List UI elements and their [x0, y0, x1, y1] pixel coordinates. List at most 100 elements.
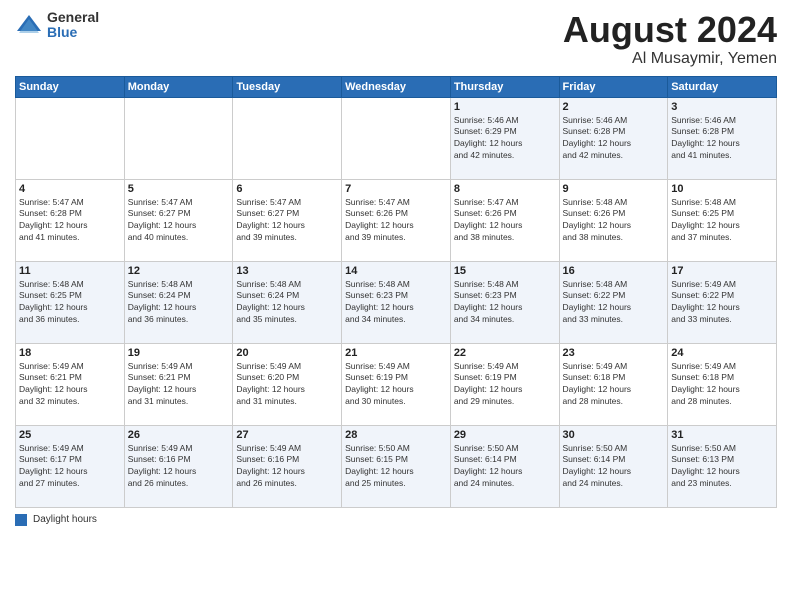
day-number: 9	[563, 183, 665, 195]
logo-text: General Blue	[47, 10, 99, 41]
month-title: August 2024	[563, 10, 777, 50]
calendar-cell: 23 Sunrise: 5:49 AM Sunset: 6:18 PM Dayli…	[559, 343, 668, 425]
day-info: Sunrise: 5:49 AM Sunset: 6:18 PM Dayligh…	[671, 361, 773, 409]
day-info: Sunrise: 5:49 AM Sunset: 6:18 PM Dayligh…	[563, 361, 665, 409]
calendar-cell: 7Sunrise: 5:47 AM Sunset: 6:26 PM Daylig…	[342, 179, 451, 261]
day-number: 18	[19, 347, 121, 359]
day-number: 17	[671, 265, 773, 277]
day-info: Sunrise: 5:47 AM Sunset: 6:28 PM Dayligh…	[19, 197, 121, 245]
calendar-cell: 10 Sunrise: 5:48 AM Sunset: 6:25 PM Dayli…	[668, 179, 777, 261]
weekday-header-thursday: Thursday	[450, 76, 559, 97]
calendar-cell: 19Sunrise: 5:49 AM Sunset: 6:21 PM Dayli…	[124, 343, 233, 425]
weekday-header-wednesday: Wednesday	[342, 76, 451, 97]
calendar-cell: 24 Sunrise: 5:49 AM Sunset: 6:18 PM Dayli…	[668, 343, 777, 425]
day-number: 25	[19, 429, 121, 441]
day-number: 14	[345, 265, 447, 277]
calendar-cell: 6Sunrise: 5:47 AM Sunset: 6:27 PM Daylig…	[233, 179, 342, 261]
day-info: Sunrise: 5:50 AM Sunset: 6:15 PM Dayligh…	[345, 443, 447, 491]
day-number: 16	[563, 265, 665, 277]
calendar-cell: 11Sunrise: 5:48 AM Sunset: 6:25 PM Dayli…	[16, 261, 125, 343]
location-text: Al Musaymir, Yemen	[563, 50, 777, 68]
day-number: 30	[563, 429, 665, 441]
day-number: 4	[19, 183, 121, 195]
weekday-header-monday: Monday	[124, 76, 233, 97]
calendar-cell: 27 Sunrise: 5:49 AM Sunset: 6:16 PM Dayli…	[233, 425, 342, 507]
calendar-cell: 15 Sunrise: 5:48 AM Sunset: 6:23 PM Dayli…	[450, 261, 559, 343]
day-info: Sunrise: 5:48 AM Sunset: 6:23 PM Dayligh…	[454, 279, 556, 327]
day-number: 27	[236, 429, 338, 441]
day-info: Sunrise: 5:46 AM Sunset: 6:28 PM Dayligh…	[563, 115, 665, 163]
calendar-cell: 17Sunrise: 5:49 AM Sunset: 6:22 PM Dayli…	[668, 261, 777, 343]
day-number: 5	[128, 183, 230, 195]
calendar-cell: 25 Sunrise: 5:49 AM Sunset: 6:17 PM Dayli…	[16, 425, 125, 507]
calendar-cell	[233, 97, 342, 179]
calendar-cell: 9 Sunrise: 5:48 AM Sunset: 6:26 PM Daylig…	[559, 179, 668, 261]
day-number: 28	[345, 429, 447, 441]
day-number: 20	[236, 347, 338, 359]
calendar-cell: 1 Sunrise: 5:46 AM Sunset: 6:29 PM Daylig…	[450, 97, 559, 179]
calendar-cell: 3Sunrise: 5:46 AM Sunset: 6:28 PM Daylig…	[668, 97, 777, 179]
day-number: 23	[563, 347, 665, 359]
calendar-cell: 13 Sunrise: 5:48 AM Sunset: 6:24 PM Dayli…	[233, 261, 342, 343]
logo-icon	[15, 11, 43, 39]
day-number: 10	[671, 183, 773, 195]
day-number: 11	[19, 265, 121, 277]
legend-box	[15, 514, 27, 526]
logo-general-text: General	[47, 10, 99, 25]
calendar-cell	[342, 97, 451, 179]
day-number: 15	[454, 265, 556, 277]
day-info: Sunrise: 5:49 AM Sunset: 6:16 PM Dayligh…	[128, 443, 230, 491]
logo: General Blue	[15, 10, 99, 41]
calendar-cell: 18Sunrise: 5:49 AM Sunset: 6:21 PM Dayli…	[16, 343, 125, 425]
weekday-header-tuesday: Tuesday	[233, 76, 342, 97]
calendar-cell: 26 Sunrise: 5:49 AM Sunset: 6:16 PM Dayli…	[124, 425, 233, 507]
day-number: 26	[128, 429, 230, 441]
calendar-table: SundayMondayTuesdayWednesdayThursdayFrid…	[15, 76, 777, 508]
day-info: Sunrise: 5:47 AM Sunset: 6:27 PM Dayligh…	[128, 197, 230, 245]
day-info: Sunrise: 5:48 AM Sunset: 6:24 PM Dayligh…	[128, 279, 230, 327]
calendar-cell: 5 Sunrise: 5:47 AM Sunset: 6:27 PM Daylig…	[124, 179, 233, 261]
day-info: Sunrise: 5:48 AM Sunset: 6:23 PM Dayligh…	[345, 279, 447, 327]
legend: Daylight hours	[15, 514, 777, 526]
day-info: Sunrise: 5:49 AM Sunset: 6:19 PM Dayligh…	[345, 361, 447, 409]
day-info: Sunrise: 5:50 AM Sunset: 6:13 PM Dayligh…	[671, 443, 773, 491]
logo-blue-text: Blue	[47, 25, 99, 40]
day-info: Sunrise: 5:48 AM Sunset: 6:26 PM Dayligh…	[563, 197, 665, 245]
weekday-header-saturday: Saturday	[668, 76, 777, 97]
day-info: Sunrise: 5:49 AM Sunset: 6:21 PM Dayligh…	[128, 361, 230, 409]
legend-label: Daylight hours	[33, 514, 97, 525]
day-number: 31	[671, 429, 773, 441]
day-info: Sunrise: 5:46 AM Sunset: 6:29 PM Dayligh…	[454, 115, 556, 163]
calendar-cell	[16, 97, 125, 179]
day-number: 22	[454, 347, 556, 359]
day-number: 29	[454, 429, 556, 441]
day-number: 1	[454, 101, 556, 113]
calendar-week-row: 1 Sunrise: 5:46 AM Sunset: 6:29 PM Daylig…	[16, 97, 777, 179]
day-info: Sunrise: 5:48 AM Sunset: 6:24 PM Dayligh…	[236, 279, 338, 327]
calendar-week-row: 4 Sunrise: 5:47 AM Sunset: 6:28 PM Daylig…	[16, 179, 777, 261]
calendar-week-row: 11Sunrise: 5:48 AM Sunset: 6:25 PM Dayli…	[16, 261, 777, 343]
day-info: Sunrise: 5:49 AM Sunset: 6:16 PM Dayligh…	[236, 443, 338, 491]
weekday-header-row: SundayMondayTuesdayWednesdayThursdayFrid…	[16, 76, 777, 97]
calendar-cell: 8Sunrise: 5:47 AM Sunset: 6:26 PM Daylig…	[450, 179, 559, 261]
day-info: Sunrise: 5:49 AM Sunset: 6:17 PM Dayligh…	[19, 443, 121, 491]
weekday-header-sunday: Sunday	[16, 76, 125, 97]
title-block: August 2024 Al Musaymir, Yemen	[563, 10, 777, 68]
day-number: 8	[454, 183, 556, 195]
calendar-cell: 12 Sunrise: 5:48 AM Sunset: 6:24 PM Dayli…	[124, 261, 233, 343]
day-number: 7	[345, 183, 447, 195]
calendar-cell	[124, 97, 233, 179]
page-header: General Blue August 2024 Al Musaymir, Ye…	[15, 10, 777, 68]
day-info: Sunrise: 5:47 AM Sunset: 6:27 PM Dayligh…	[236, 197, 338, 245]
day-number: 12	[128, 265, 230, 277]
day-info: Sunrise: 5:50 AM Sunset: 6:14 PM Dayligh…	[563, 443, 665, 491]
calendar-cell: 31 Sunrise: 5:50 AM Sunset: 6:13 PM Dayli…	[668, 425, 777, 507]
day-number: 24	[671, 347, 773, 359]
calendar-week-row: 18 Sunrise: 5:49 AM Sunset: 6:21 PM Dayli…	[16, 343, 777, 425]
day-number: 2	[563, 101, 665, 113]
day-info: Sunrise: 5:46 AM Sunset: 6:28 PM Dayligh…	[671, 115, 773, 163]
day-info: Sunrise: 5:49 AM Sunset: 6:19 PM Dayligh…	[454, 361, 556, 409]
day-info: Sunrise: 5:48 AM Sunset: 6:25 PM Dayligh…	[671, 197, 773, 245]
day-number: 13	[236, 265, 338, 277]
weekday-header-friday: Friday	[559, 76, 668, 97]
